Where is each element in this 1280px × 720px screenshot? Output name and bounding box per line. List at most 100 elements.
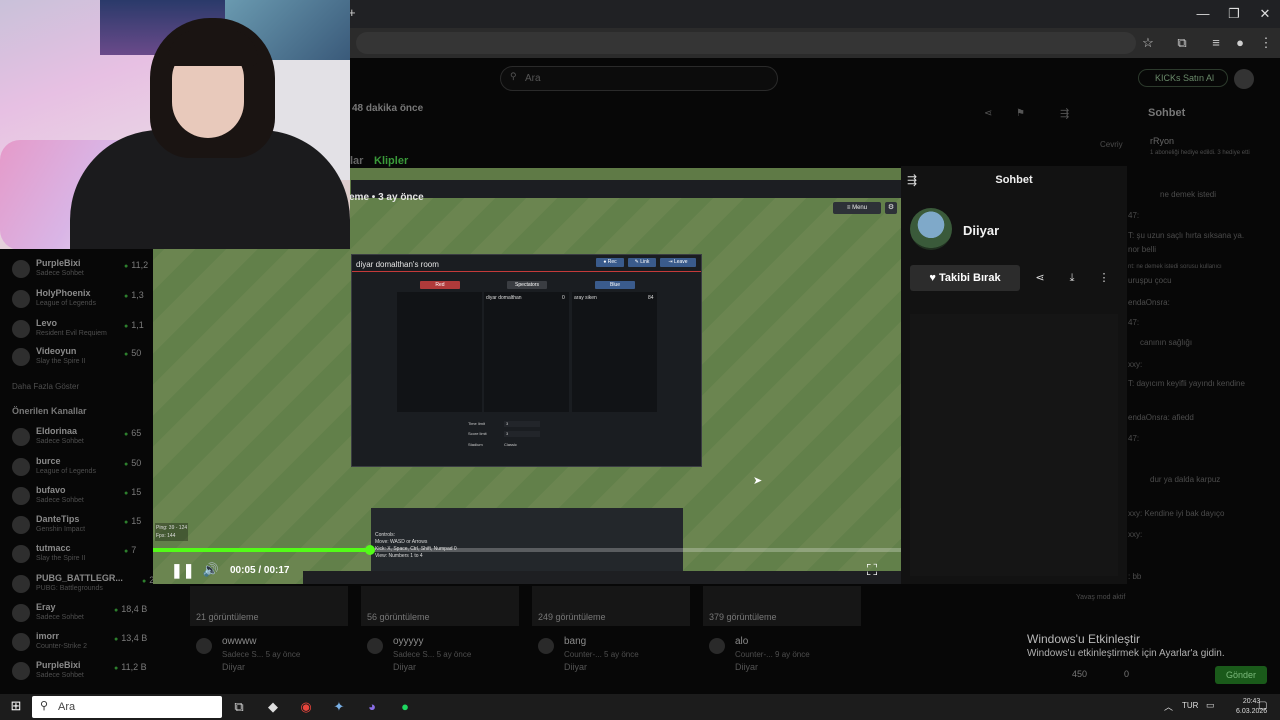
chat-panel: ⇶ Sohbet Diiyar ♥ Takibi Bırak ⋖ ⤓ ⋮ <box>901 166 1127 584</box>
video-info[interactable]: oyyyyy Sadece S... 5 ay önce Diiyar <box>361 636 521 676</box>
channel-name: DanteTips <box>36 514 80 524</box>
sidebar-channel[interactable]: HolyPhoenix League of Legends 1,3 <box>10 286 160 316</box>
more-options-icon[interactable]: ⋮ <box>1091 265 1117 291</box>
sidebar-channel[interactable]: Eray Sadece Sohbet 18,4 B <box>10 600 160 630</box>
unfollow-label: Takibi Bırak <box>939 272 1001 284</box>
chevron-up-icon[interactable]: ︿ <box>1164 700 1173 713</box>
chrome-icon[interactable]: ◉ <box>295 697 317 717</box>
viewer-count: 7 <box>124 545 136 555</box>
address-bar[interactable] <box>356 32 1136 54</box>
windows-start-icon[interactable]: ⊞ <box>6 698 26 716</box>
notification-icon[interactable]: ▢ <box>1258 700 1267 711</box>
chat-message: 1 aboneliği hediye edildi. 3 hediye etti <box>1150 150 1250 156</box>
video-info[interactable]: alo Counter-... 9 ay önce Diiyar <box>703 636 863 676</box>
chat-message: T: dayıcım keyifli yayındı kendine <box>1128 379 1245 388</box>
viewer-count: 15 <box>124 516 141 526</box>
sidebar-channel[interactable]: PurpleBixi Sadece Sohbet 11,2 B <box>10 658 160 688</box>
setting-value: Classic <box>504 442 517 447</box>
channel-name[interactable]: Diiyar <box>963 223 999 238</box>
pause-button[interactable]: ❚❚ <box>171 562 194 580</box>
user-avatar[interactable] <box>1234 69 1254 89</box>
sidebar-channel[interactable]: Videoyun Slay the Spire II 50 <box>10 344 160 374</box>
sidebar-channel[interactable]: burce League of Legends 50 <box>10 454 160 484</box>
progress-handle[interactable] <box>364 545 375 555</box>
video-meta: Sadece S... 5 ay önce <box>393 650 472 659</box>
channel-name: bufavo <box>36 485 66 495</box>
player-score: 0 <box>562 295 565 301</box>
avatar[interactable] <box>910 208 952 250</box>
player-name: aray siken <box>574 295 597 301</box>
game-menu-button: ≡ Menu <box>833 202 881 214</box>
avatar <box>709 638 725 654</box>
tab-clips[interactable]: Klipler <box>374 155 408 167</box>
language-indicator[interactable]: TUR <box>1182 701 1198 710</box>
rec-button: ● Rec <box>596 258 624 267</box>
search-input[interactable]: Ara <box>500 66 778 91</box>
channel-game: League of Legends <box>36 300 96 307</box>
setting-field <box>504 431 540 437</box>
link-button: ✎ Link <box>628 258 656 267</box>
app-icon[interactable]: ◕ <box>361 697 383 717</box>
sidebar-channel[interactable]: Eldorinaa Sadece Sohbet 65 <box>10 424 160 454</box>
recorded-taskbar <box>303 571 901 584</box>
chat-title: Sohbet <box>995 174 1033 186</box>
avatar <box>12 348 30 366</box>
avatar <box>12 458 30 476</box>
collapse-chat-icon-bg[interactable]: ⇶ <box>1060 107 1069 120</box>
unfollow-button[interactable]: ♥ Takibi Bırak <box>910 265 1020 291</box>
send-button[interactable]: Gönder <box>1215 666 1267 684</box>
video-owner: Diiyar <box>222 662 246 672</box>
fullscreen-button[interactable]: ⛶ <box>863 562 881 580</box>
sidebar-channel[interactable]: PUBG_BATTLEGR...PUBG: Battlegrounds22 <box>10 571 160 601</box>
video-info[interactable]: bang Counter-... 5 ay önce Diiyar <box>532 636 692 676</box>
player-name: diyar domalthan <box>486 295 522 301</box>
video-thumbnail[interactable]: 249 görüntüleme <box>532 586 690 626</box>
extensions-icon[interactable]: ⧉ <box>1172 33 1192 53</box>
network-icon[interactable]: ▭ <box>1206 700 1215 711</box>
spotify-icon[interactable]: ● <box>394 697 416 717</box>
minimize-button[interactable]: — <box>1188 4 1218 24</box>
channel-name: HolyPhoenix <box>36 288 91 298</box>
show-more-link[interactable]: Daha Fazla Göster <box>12 382 79 391</box>
team-blue-list: aray siken 84 <box>572 292 657 412</box>
media-controls-icon[interactable]: ≡ <box>1206 33 1226 53</box>
maximize-button[interactable]: ❐ <box>1219 4 1249 24</box>
tab-videos-partial[interactable]: lar <box>350 155 363 167</box>
sidebar-channel[interactable]: PurpleBixi Sadece Sohbet 11,2 <box>10 256 160 286</box>
fps-text: Fps: 144 <box>156 533 176 539</box>
controls-line: View: Numbers 1 to 4 <box>375 553 423 559</box>
sidebar-channel[interactable]: tutmacc Slay the Spire II 7 <box>10 541 160 571</box>
browser-menu-icon[interactable]: ⋮ <box>1256 33 1276 53</box>
close-window-button[interactable]: ✕ <box>1250 4 1280 24</box>
app-icon[interactable]: ✦ <box>328 697 350 717</box>
chat-message: 47: <box>1128 434 1140 443</box>
profile-icon[interactable]: ● <box>1230 33 1250 53</box>
sidebar-channel[interactable]: imorr Counter-Strike 2 13,4 B <box>10 629 160 659</box>
channel-game: PUBG: Battlegrounds <box>36 585 103 592</box>
channel-name: Levo <box>36 318 58 328</box>
flag-icon-bg[interactable]: ⚑ <box>1016 108 1025 119</box>
taskbar-search-label: Ara <box>58 701 76 713</box>
download-icon[interactable]: ⤓ <box>1059 265 1085 291</box>
buy-kicks-button[interactable]: KICKs Satın Al <box>1138 69 1228 87</box>
video-info[interactable]: owwww Sadece S... 5 ay önce Diiyar <box>190 636 350 676</box>
video-thumbnail[interactable]: 21 görüntüleme <box>190 586 348 626</box>
share-icon-bg[interactable]: ⋖ <box>984 108 992 119</box>
taskbar-search[interactable]: ⚲ Ara <box>32 696 222 718</box>
team-blue-header: Blue <box>595 281 635 289</box>
volume-icon[interactable]: 🔊 <box>201 562 221 580</box>
bookmark-star-icon[interactable]: ☆ <box>1138 33 1158 53</box>
share-icon[interactable]: ⋖ <box>1027 265 1053 291</box>
setting-value: 3 <box>506 421 509 426</box>
video-thumbnail[interactable]: 56 görüntüleme <box>361 586 519 626</box>
sidebar-channel[interactable]: bufavo Sadece Sohbet 15 <box>10 483 160 513</box>
video-title: owwww <box>222 636 257 647</box>
task-view-icon[interactable]: ⧉ <box>228 697 250 717</box>
video-thumbnail[interactable]: 379 görüntüleme <box>703 586 861 626</box>
playback-time: 00:05 / 00:17 <box>230 565 290 576</box>
sidebar-channel[interactable]: Levo Resident Evil Requiem 1,1 <box>10 316 160 346</box>
view-count: 56 görüntüleme <box>367 612 430 622</box>
app-icon[interactable]: ◆ <box>262 697 284 717</box>
sidebar-channel[interactable]: DanteTips Genshin Impact 15 <box>10 512 160 542</box>
channel-game: League of Legends <box>36 468 96 475</box>
